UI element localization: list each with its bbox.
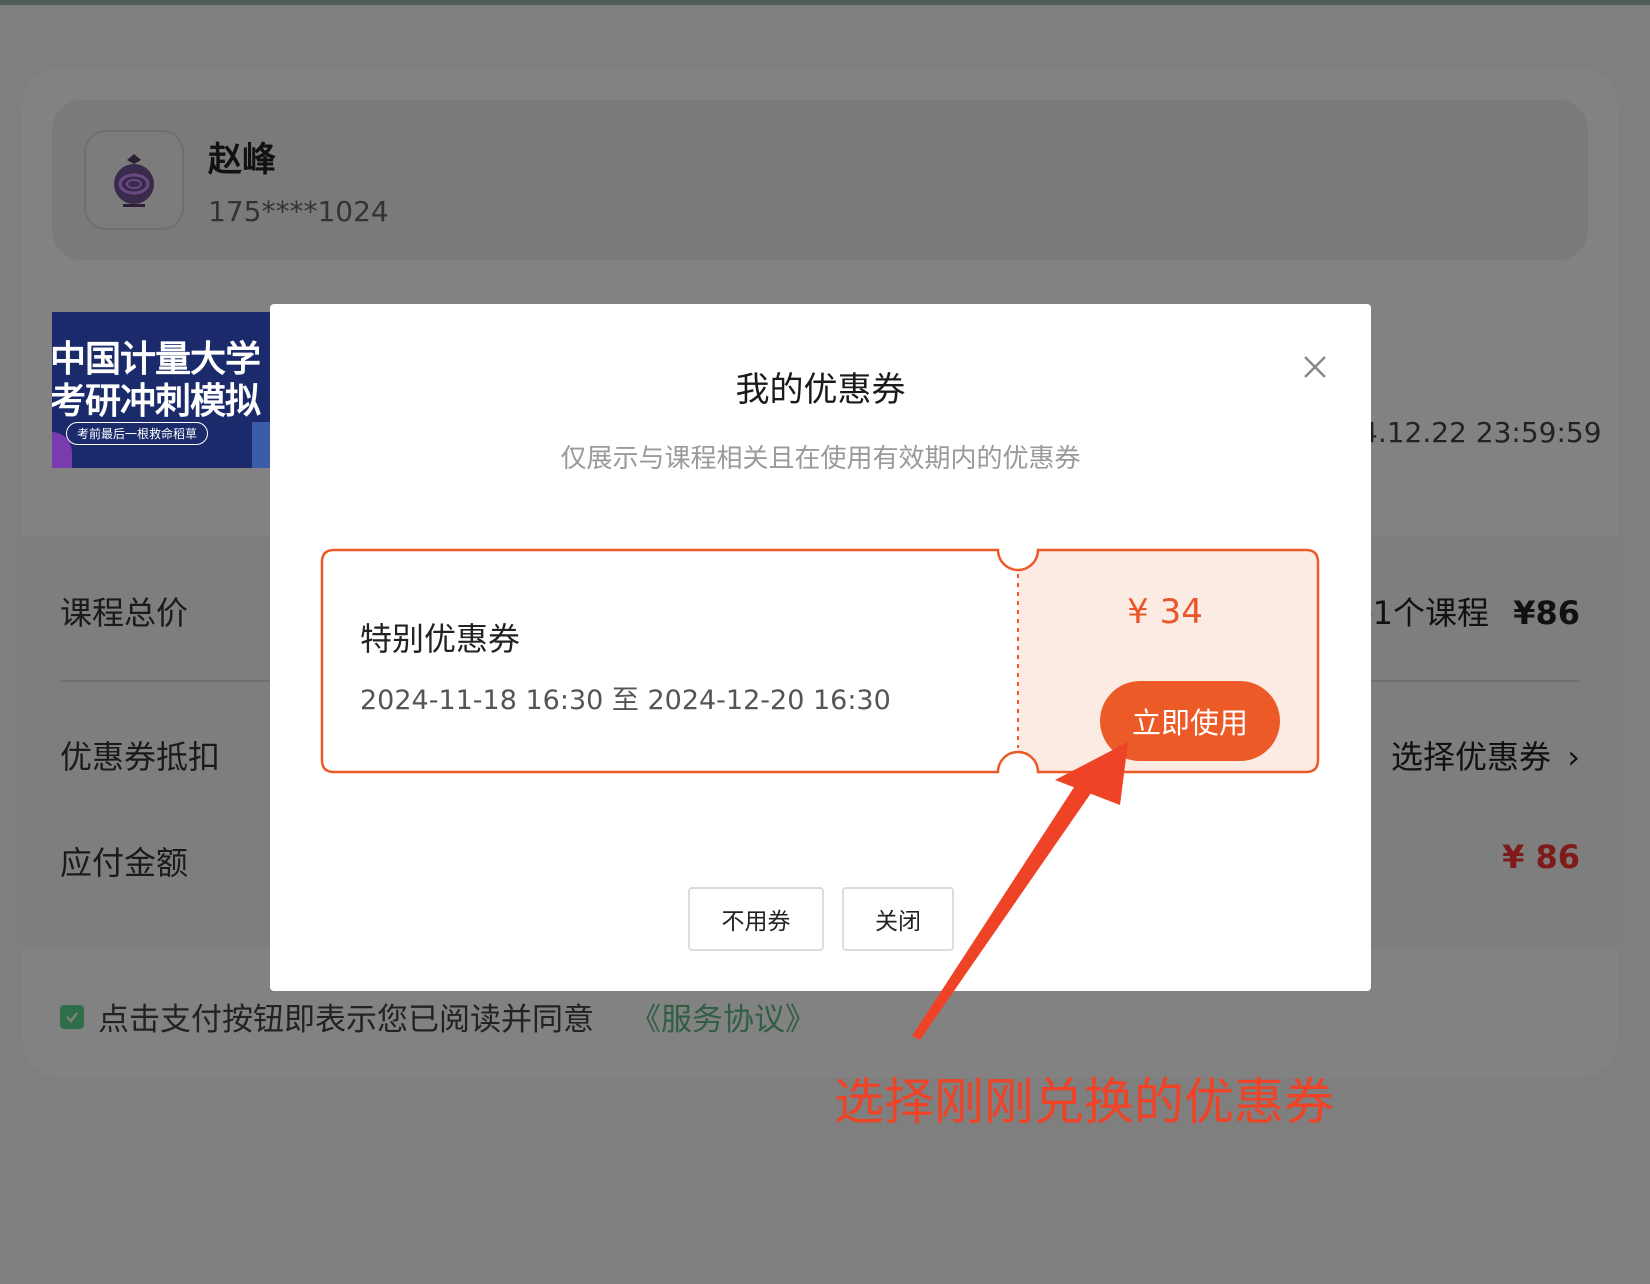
chevron-right-icon: › xyxy=(1567,738,1580,776)
banner-building-decoration xyxy=(252,422,272,468)
modal-title: 我的优惠券 xyxy=(735,370,906,410)
checkmark-icon xyxy=(66,1011,78,1023)
amount-due-label: 应付金额 xyxy=(60,844,189,882)
banner-tag: 考前最后一根救命稻草 xyxy=(66,422,209,445)
coupon-modal: 我的优惠券 仅展示与课程相关且在使用有效期内的优惠券 特别优惠券 2024-11… xyxy=(270,304,1371,991)
service-agreement-link[interactable]: 《服务协议》 xyxy=(630,994,816,1039)
coupon-amount: ¥ 34 xyxy=(1127,592,1203,632)
coupon-validity: 2024-11-18 16:30 至 2024-12-20 16:30 xyxy=(360,685,891,716)
total-price-value: 共1个课程 ¥86 xyxy=(1341,588,1580,634)
avatar-fruit-icon xyxy=(114,154,154,207)
close-icon[interactable] xyxy=(1300,352,1330,382)
user-phone: 175****1024 xyxy=(208,195,389,228)
coupon-name: 特别优惠券 xyxy=(360,620,521,658)
use-now-button[interactable]: 立即使用 xyxy=(1100,681,1280,761)
top-edge-line xyxy=(0,0,1650,5)
user-name: 赵峰 xyxy=(208,140,276,180)
course-banner: 中国计量大学 考研冲刺模拟 考前最后一根救命稻草 xyxy=(52,312,272,468)
amount-due-value: ¥ 86 xyxy=(1502,838,1580,876)
annotation-text: 选择刚刚兑换的优惠券 xyxy=(834,1073,1334,1131)
banner-title-line2: 考研冲刺模拟 xyxy=(52,381,261,422)
coupon-deduction-label: 优惠券抵扣 xyxy=(60,738,221,776)
total-price-label: 课程总价 xyxy=(60,594,189,632)
agreement-checkbox[interactable] xyxy=(60,1004,84,1029)
modal-subtitle: 仅展示与课程相关且在使用有效期内的优惠券 xyxy=(560,444,1081,474)
total-price-amount: ¥86 xyxy=(1513,594,1580,632)
course-expiry: 4.12.22 23:59:59 xyxy=(1360,416,1602,449)
close-button[interactable]: 关闭 xyxy=(842,887,954,951)
user-info-panel xyxy=(52,100,1588,260)
coupon-card: 特别优惠券 2024-11-18 16:30 至 2024-12-20 16:3… xyxy=(320,548,1320,774)
agreement-row: 点击支付按钮即表示您已阅读并同意 《服务协议》 xyxy=(60,994,816,1039)
select-coupon-label: 选择优惠券 xyxy=(1391,738,1552,776)
agreement-text: 点击支付按钮即表示您已阅读并同意 xyxy=(98,1002,594,1038)
select-coupon-link[interactable]: 选择优惠券 › xyxy=(1391,732,1580,778)
no-coupon-button[interactable]: 不用券 xyxy=(688,887,824,951)
avatar xyxy=(84,130,184,230)
